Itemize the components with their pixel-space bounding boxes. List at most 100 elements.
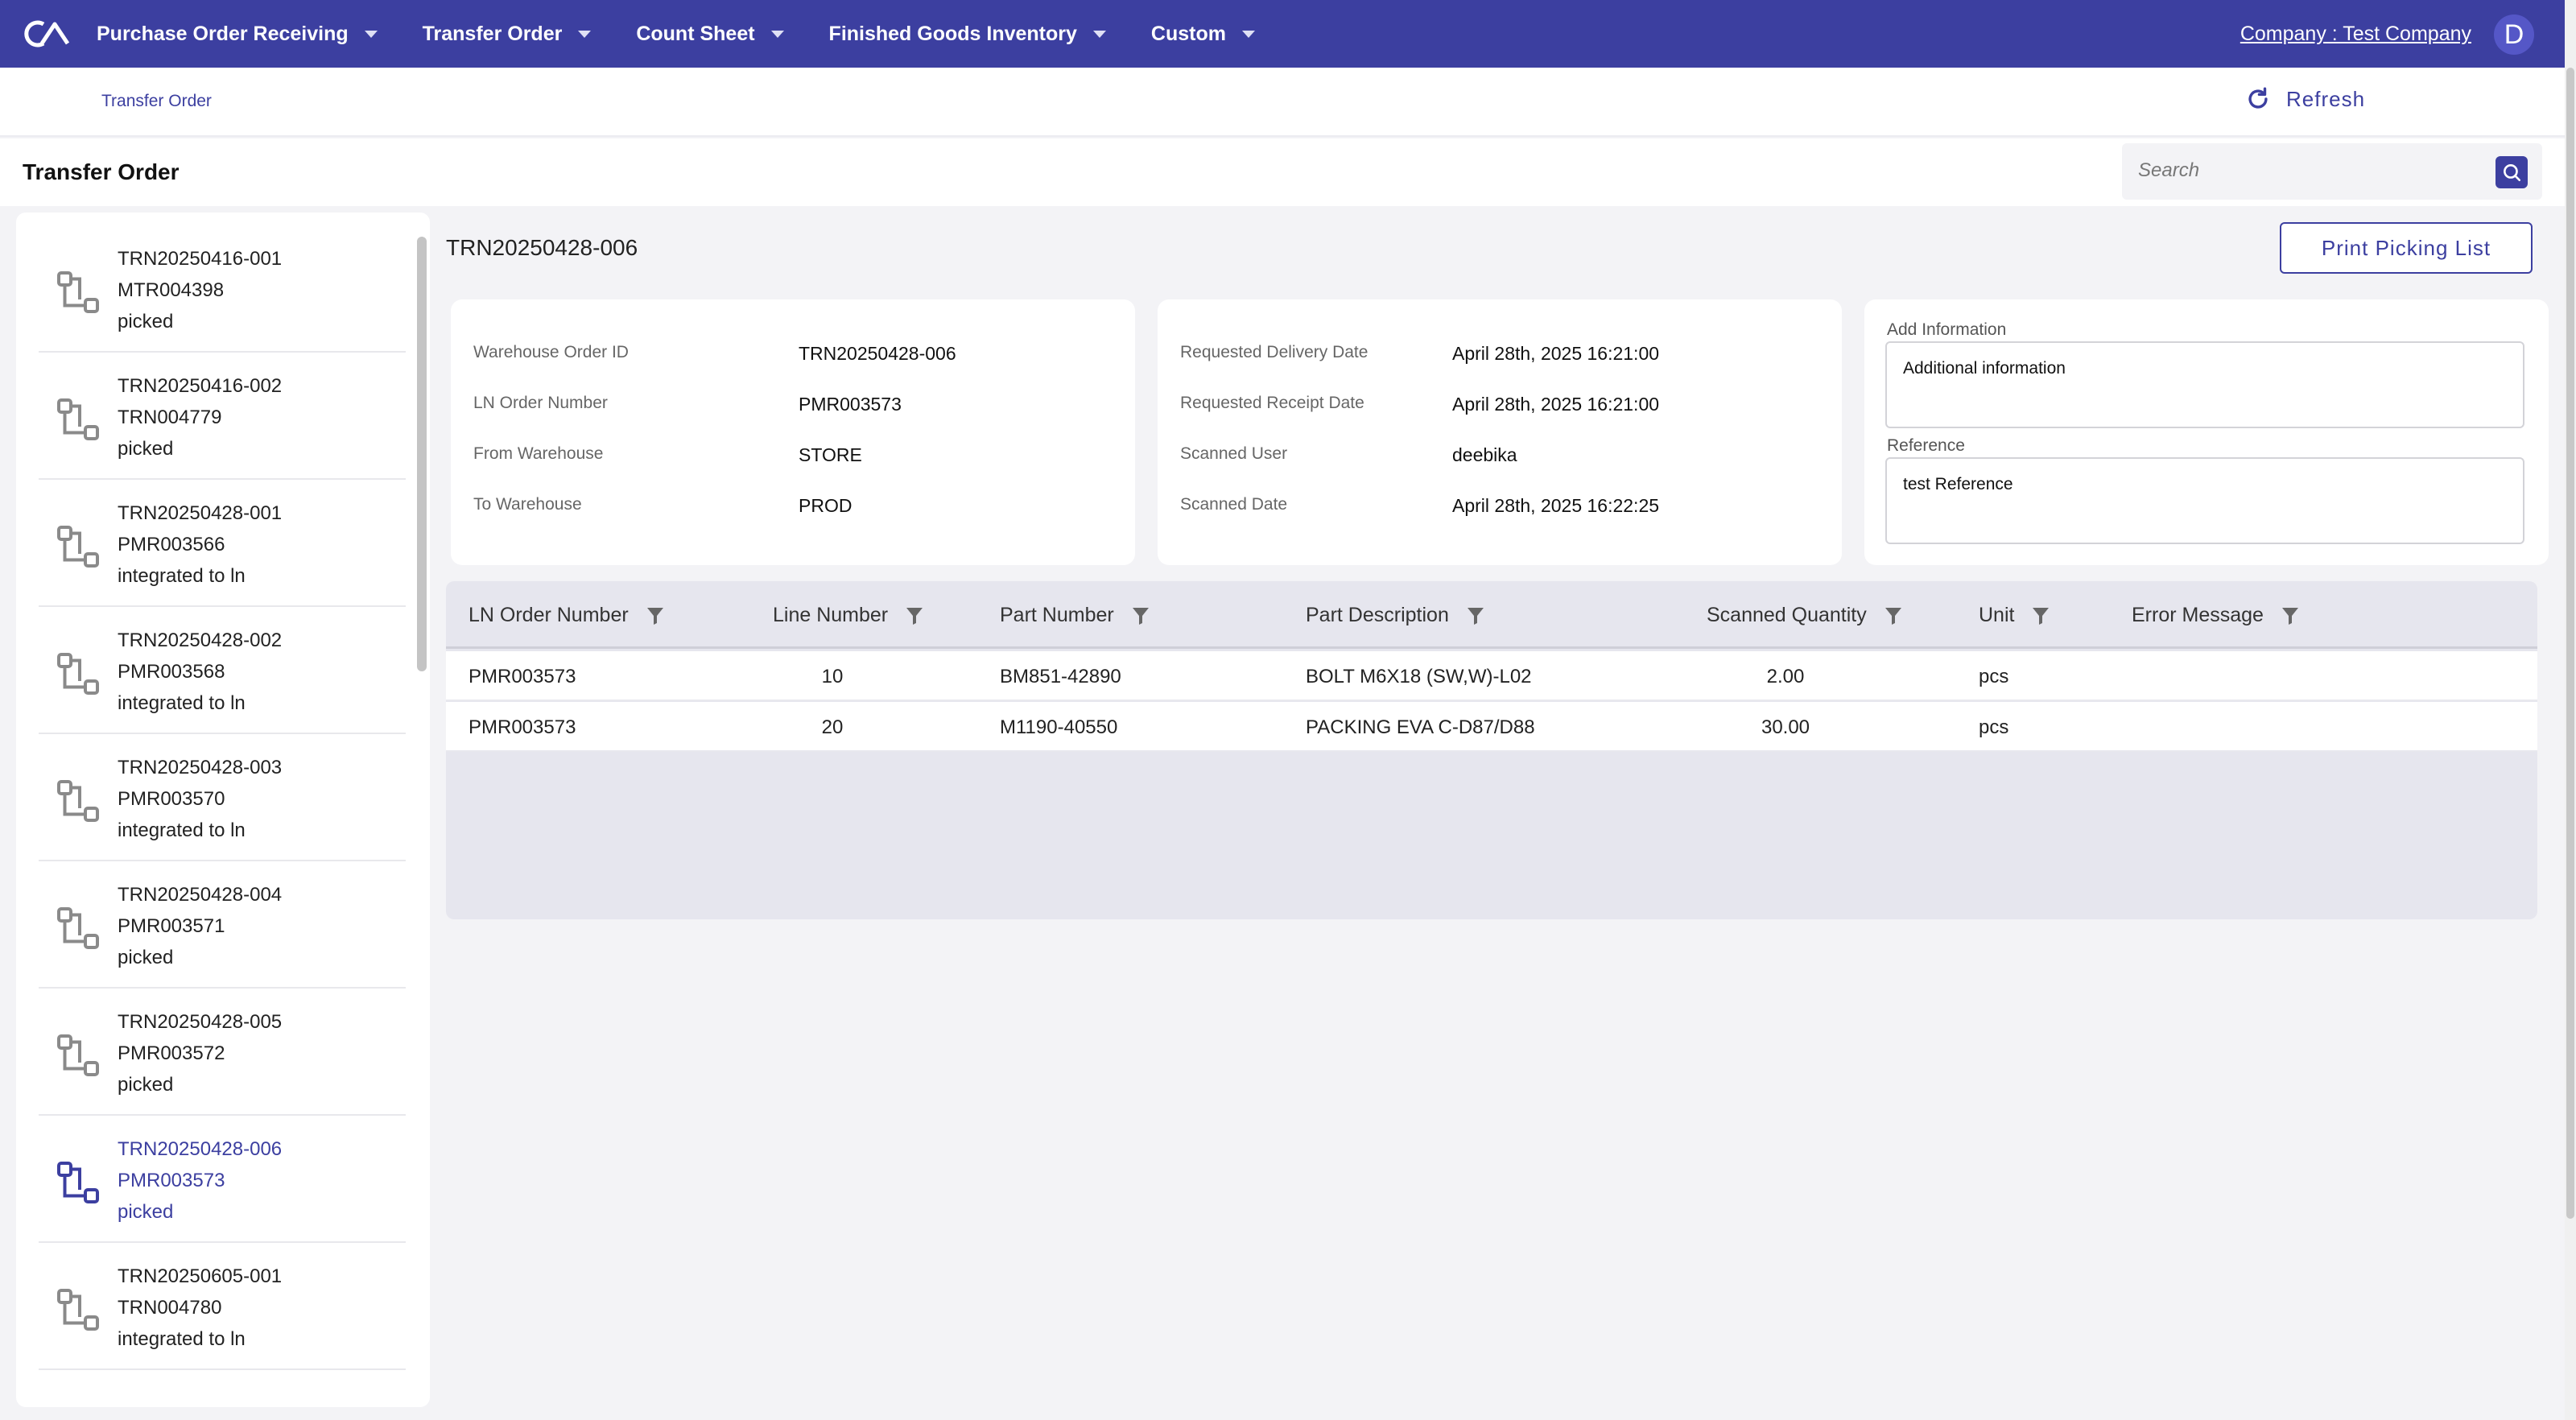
column-label: Error Message <box>2132 604 2264 626</box>
filter-icon[interactable] <box>1885 606 1902 625</box>
refresh-label: Refresh <box>2286 86 2366 111</box>
search-box <box>2122 143 2542 200</box>
list-item-status: integrated to ln <box>118 692 246 714</box>
field-label: Scanned Date <box>1180 495 1288 514</box>
filter-icon[interactable] <box>2032 606 2050 625</box>
list-item-id: TRN20250605-001 <box>118 1265 283 1287</box>
list-item-status: picked <box>118 1201 174 1223</box>
list-item-id: TRN20250428-001 <box>118 502 283 524</box>
search-icon <box>2504 164 2521 182</box>
filter-icon[interactable] <box>1132 606 1150 625</box>
table-cell: BOLT M6X18 (SW,W)-L02 <box>1306 666 1532 687</box>
field-label: Warehouse Order ID <box>473 343 629 361</box>
table-cell: PMR003573 <box>469 716 576 738</box>
nav-transfer-order[interactable]: Transfer Order <box>423 23 592 46</box>
ca-logo-icon[interactable] <box>23 18 71 50</box>
title-bar: Transfer Order <box>0 138 2565 206</box>
table-header: LN Order Number Line Number Part Number Par… <box>446 581 2537 649</box>
list-item-order: TRN004779 <box>118 407 222 428</box>
table-cell: 2.00 <box>1766 666 1805 687</box>
column-label: Line Number <box>773 604 889 626</box>
filter-icon[interactable] <box>906 606 923 625</box>
list-item[interactable]: TRN20250416-002 TRN004779 picked <box>39 354 406 480</box>
list-scrollbar[interactable] <box>417 237 427 1380</box>
list-item-id: TRN20250428-006 <box>118 1138 283 1160</box>
list-item[interactable]: TRN20250428-003 PMR003570 integrated to ln <box>39 736 406 861</box>
refresh-icon <box>2248 87 2268 109</box>
transfer-icon <box>57 526 99 568</box>
reference-field[interactable]: test Reference <box>1885 457 2524 544</box>
field-value: STORE <box>799 444 862 465</box>
table-cell: pcs <box>1979 666 2009 687</box>
list-item[interactable]: TRN20250428-002 PMR003568 integrated to ln <box>39 609 406 734</box>
transfer-order-list: TRN20250416-001 MTR004398 picked TRN2025041… <box>16 213 430 1407</box>
filter-icon[interactable] <box>646 606 664 625</box>
field-value: PROD <box>799 495 852 516</box>
table-cell: M1190-40550 <box>1000 716 1118 738</box>
transfer-icon <box>57 271 99 313</box>
scrollbar-thumb[interactable] <box>2566 68 2574 1219</box>
caret-down-icon <box>578 30 592 38</box>
nav-label: Purchase Order Receiving <box>97 22 349 45</box>
list-item-id: TRN20250428-002 <box>118 630 283 651</box>
list-item-id: TRN20250416-001 <box>118 248 283 270</box>
column-label: Unit <box>1979 604 2015 626</box>
table-cell: BM851-42890 <box>1000 666 1121 687</box>
reference-label: Reference <box>1887 436 1965 455</box>
list-item-status: integrated to ln <box>118 819 246 841</box>
list-item-status: picked <box>118 311 174 332</box>
list-item[interactable]: TRN20250428-006 PMR003573 picked <box>39 1117 406 1243</box>
nav-label: Finished Goods Inventory <box>828 22 1077 45</box>
field-label: To Warehouse <box>473 495 582 514</box>
search-button[interactable] <box>2496 156 2528 188</box>
print-picking-list-button[interactable]: Print Picking List <box>2280 222 2533 274</box>
nav-custom[interactable]: Custom <box>1151 23 1255 46</box>
field-label: Requested Delivery Date <box>1180 343 1368 361</box>
search-input[interactable] <box>2138 155 2476 187</box>
list-item[interactable]: TRN20250416-001 MTR004398 picked <box>39 227 406 353</box>
add-information-label: Add Information <box>1887 320 2007 339</box>
column-header: Unit <box>1979 604 2050 627</box>
table-row[interactable]: PMR003573 20 M1190-40550 PACKING EVA C-D87/… <box>446 702 2537 752</box>
list-item[interactable]: TRN20250428-005 PMR003572 picked <box>39 990 406 1116</box>
page-title: Transfer Order <box>23 159 180 184</box>
list-item-id: TRN20250428-003 <box>118 757 283 778</box>
field-label: LN Order Number <box>473 394 608 412</box>
refresh-button[interactable]: Refresh <box>2244 85 2365 113</box>
nav-purchase-order-receiving[interactable]: Purchase Order Receiving <box>97 23 378 46</box>
list-item-order: MTR004398 <box>118 279 225 301</box>
notes-card: Add Information Additional information R… <box>1864 299 2549 565</box>
nav-count-sheet[interactable]: Count Sheet <box>636 23 784 46</box>
order-lines-table: LN Order Number Line Number Part Number Par… <box>446 581 2537 919</box>
transfer-icon <box>57 1162 99 1203</box>
filter-icon[interactable] <box>2281 606 2299 625</box>
company-link[interactable]: Company : Test Company <box>2240 23 2471 46</box>
transfer-icon <box>57 653 99 695</box>
table-cell: 10 <box>821 666 844 687</box>
list-item-status: integrated to ln <box>118 565 246 587</box>
list-item-status: integrated to ln <box>118 1328 246 1350</box>
transfer-icon <box>57 398 99 440</box>
column-label: Part Description <box>1306 604 1449 626</box>
list-item-status: picked <box>118 438 174 460</box>
nav-finished-goods-inventory[interactable]: Finished Goods Inventory <box>829 23 1106 46</box>
list-item[interactable]: TRN20250428-001 PMR003566 integrated to ln <box>39 481 406 607</box>
order-info-card: Warehouse Order ID TRN20250428-006 LN Or… <box>451 299 1135 565</box>
scrollbar-thumb[interactable] <box>417 237 427 671</box>
add-information-field[interactable]: Additional information <box>1885 341 2524 428</box>
transfer-icon <box>57 780 99 822</box>
page-scrollbar[interactable] <box>2565 0 2576 1420</box>
table-row[interactable]: PMR003573 10 BM851-42890 BOLT M6X18 (SW,W)-… <box>446 651 2537 701</box>
avatar[interactable]: D <box>2494 14 2534 55</box>
filter-icon[interactable] <box>1467 606 1484 625</box>
table-cell: pcs <box>1979 716 2009 738</box>
field-value: PMR003573 <box>799 394 902 415</box>
breadcrumb[interactable]: Transfer Order <box>101 92 212 111</box>
list-item-order: PMR003572 <box>118 1042 225 1064</box>
column-header: Part Number <box>1000 604 1150 627</box>
field-value: TRN20250428-006 <box>799 343 956 364</box>
column-header: Line Number <box>773 604 923 627</box>
caret-down-icon <box>364 30 378 38</box>
list-item[interactable]: TRN20250428-004 PMR003571 picked <box>39 863 406 989</box>
list-item[interactable]: TRN20250605-001 TRN004780 integrated to ln <box>39 1245 406 1370</box>
